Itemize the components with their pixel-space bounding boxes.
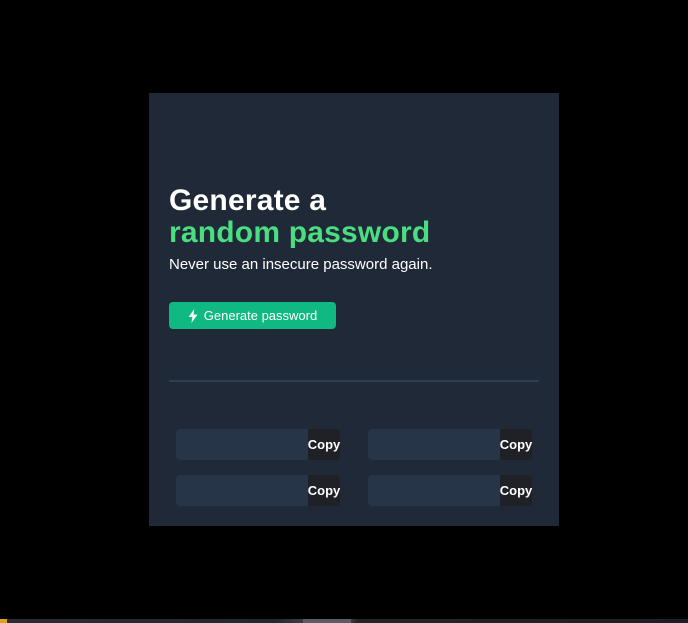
copy-button-4[interactable]: Copy xyxy=(500,475,532,506)
page: Generate a random password Never use an … xyxy=(0,0,688,623)
page-title: Generate a random password xyxy=(169,185,430,249)
password-row-4: Copy xyxy=(368,475,532,506)
generate-password-label: Generate password xyxy=(203,308,318,323)
password-row-2: Copy xyxy=(368,429,532,460)
active-taskbar-item[interactable] xyxy=(303,619,351,623)
divider xyxy=(169,380,539,382)
password-field-2[interactable] xyxy=(368,429,500,460)
password-field-3[interactable] xyxy=(176,475,308,506)
copy-button-2[interactable]: Copy xyxy=(500,429,532,460)
password-row-3: Copy xyxy=(176,475,340,506)
copy-button-1[interactable]: Copy xyxy=(308,429,340,460)
subtitle: Never use an insecure password again. xyxy=(169,256,433,273)
password-field-1[interactable] xyxy=(176,429,308,460)
password-generator-card: Generate a random password Never use an … xyxy=(149,93,559,526)
password-field-4[interactable] xyxy=(368,475,500,506)
lightning-bolt-icon xyxy=(188,308,198,323)
start-button[interactable] xyxy=(0,619,7,623)
title-line-1: Generate a xyxy=(169,184,327,217)
title-line-2: random password xyxy=(169,216,431,249)
copy-button-3[interactable]: Copy xyxy=(308,475,340,506)
generate-password-button[interactable]: Generate password xyxy=(169,302,336,329)
taskbar xyxy=(0,619,688,623)
password-row-1: Copy xyxy=(176,429,340,460)
